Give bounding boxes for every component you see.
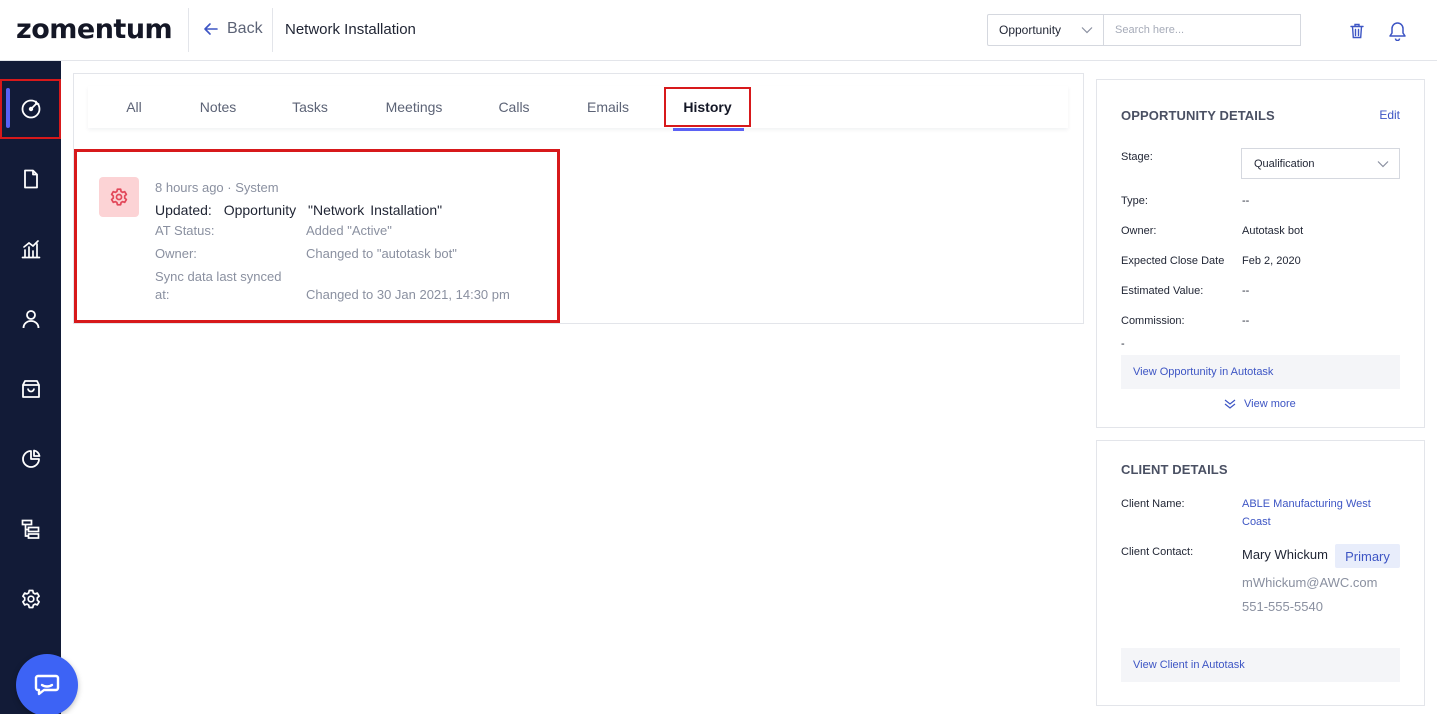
pie-chart-icon — [21, 449, 40, 468]
view-client-autotask-link[interactable]: View Client in Autotask — [1121, 648, 1400, 682]
tab-emails[interactable]: Emails — [580, 86, 636, 128]
client-name-link[interactable]: ABLE Manufacturing West Coast — [1242, 495, 1392, 531]
chart-icon — [21, 240, 40, 259]
chevron-down-icon — [1377, 160, 1389, 167]
nav-settings[interactable] — [0, 571, 61, 627]
detail-label: Estimated Value: — [1121, 285, 1204, 297]
edit-link[interactable]: Edit — [1379, 108, 1400, 122]
tab-meetings[interactable]: Meetings — [379, 86, 449, 128]
stage-value: Qualification — [1254, 157, 1315, 170]
history-title: Updated: Opportunity "Network Installati… — [155, 202, 448, 218]
chat-support-button[interactable] — [16, 654, 78, 714]
chevron-down-icon — [1081, 27, 1093, 34]
tab-calls[interactable]: Calls — [491, 86, 537, 128]
stage-label: Stage: — [1121, 151, 1153, 163]
arrow-left-icon — [204, 23, 218, 35]
detail-label: Type: — [1121, 195, 1148, 207]
history-field-value: Added "Active" — [306, 223, 392, 238]
bag-icon — [21, 380, 40, 398]
double-chevron-down-icon — [1224, 399, 1236, 409]
entity-select-value: Opportunity — [999, 23, 1062, 37]
history-field-value: Changed to 30 Jan 2021, 14:30 pm — [306, 287, 510, 302]
tab-notes[interactable]: Notes — [193, 86, 243, 128]
detail-value: Autotask bot — [1242, 225, 1304, 237]
detail-label: Commission: — [1121, 315, 1185, 327]
nav-analytics[interactable] — [0, 431, 61, 487]
activity-panel: All Notes Tasks Meetings Calls Emails Hi… — [73, 73, 1084, 324]
back-button[interactable]: Back — [203, 20, 263, 38]
nav-products[interactable] — [0, 361, 61, 417]
history-timestamp: 8 hours ago · System — [155, 180, 279, 195]
person-icon — [22, 310, 39, 329]
nav-workflows[interactable] — [0, 501, 61, 557]
stage-select[interactable]: Qualification — [1241, 148, 1400, 179]
top-header: zomentum Back Network Installation Oppor… — [0, 0, 1437, 61]
detail-value: -- — [1242, 315, 1250, 327]
view-opportunity-autotask-link[interactable]: View Opportunity in Autotask — [1121, 355, 1400, 389]
page-title: Network Installation — [285, 21, 416, 38]
history-field-label: AT Status: — [155, 223, 215, 238]
history-field-value: Changed to "autotask bot" — [306, 246, 457, 261]
client-details-title: CLIENT DETAILS — [1121, 462, 1228, 477]
bell-icon[interactable] — [1387, 21, 1407, 41]
view-more-button[interactable]: View more — [1224, 398, 1296, 410]
header-divider — [188, 8, 189, 52]
entity-type-select[interactable]: Opportunity — [987, 14, 1104, 46]
system-gear-icon — [99, 177, 139, 217]
tab-tasks[interactable]: Tasks — [287, 86, 333, 128]
chat-bubble-icon — [34, 674, 60, 696]
client-details-panel: CLIENT DETAILS Client Name: ABLE Manufac… — [1096, 440, 1425, 706]
history-field-label: Sync data last synced at: — [155, 269, 282, 302]
client-name-line: Coast — [1242, 516, 1271, 528]
tab-all[interactable]: All — [118, 86, 150, 128]
back-label: Back — [227, 20, 263, 37]
nav-reports[interactable] — [0, 221, 61, 277]
trash-icon[interactable] — [1347, 21, 1367, 41]
overflow-dash: - — [1121, 338, 1125, 350]
detail-value: Feb 2, 2020 — [1242, 255, 1301, 267]
contact-email[interactable]: mWhickum@AWC.com — [1242, 575, 1378, 590]
tab-history[interactable]: History — [664, 87, 751, 131]
detail-label: Expected Close Date — [1121, 255, 1225, 267]
history-action: Updated: — [155, 202, 212, 218]
primary-badge: Primary — [1335, 544, 1400, 568]
nav-opportunities[interactable] — [0, 79, 61, 139]
history-entry: 8 hours ago · System Updated: Opportunit… — [74, 149, 560, 323]
detail-label: Owner: — [1121, 225, 1157, 237]
history-entity: Opportunity — [223, 202, 297, 218]
nav-contacts[interactable] — [0, 291, 61, 347]
gear-icon — [21, 589, 40, 609]
opportunity-details-panel: OPPORTUNITY DETAILS Edit Stage: Qualific… — [1096, 79, 1425, 428]
logo-text: zomentum — [16, 14, 173, 45]
hierarchy-icon — [21, 519, 39, 539]
left-sidebar — [0, 61, 61, 714]
detail-value: -- — [1242, 285, 1250, 297]
document-icon — [23, 169, 38, 189]
client-name-label: Client Name: — [1121, 498, 1185, 510]
opportunity-details-title: OPPORTUNITY DETAILS — [1121, 108, 1275, 123]
header-divider — [272, 8, 273, 52]
history-field-label: Owner: — [155, 246, 197, 261]
opportunity-gauge-icon — [21, 99, 40, 119]
client-contact-label: Client Contact: — [1121, 546, 1194, 558]
client-name-line: ABLE Manufacturing West — [1242, 498, 1371, 510]
activity-tabs: All Notes Tasks Meetings Calls Emails Hi… — [88, 86, 1068, 131]
detail-value: -- — [1242, 195, 1250, 207]
view-more-label: View more — [1244, 398, 1296, 410]
contact-phone[interactable]: 551-555-5540 — [1242, 599, 1323, 614]
contact-name: Mary Whickum — [1242, 547, 1328, 562]
nav-documents[interactable] — [0, 151, 61, 207]
history-entity-name: "Network Installation" — [307, 202, 443, 218]
zomentum-logo[interactable]: zomentum — [16, 14, 173, 45]
search-input[interactable] — [1104, 14, 1301, 46]
